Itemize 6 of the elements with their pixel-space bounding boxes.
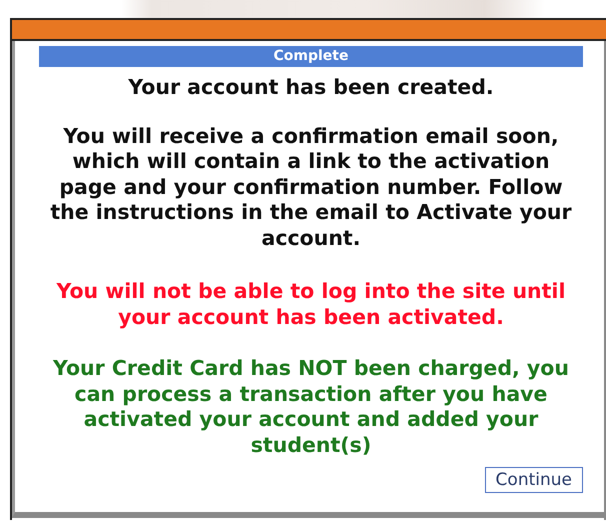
message-paragraph: You will not be able to log into the site until your account has been activated. (56, 279, 566, 330)
message-heading: Your account has been created. (127, 75, 495, 100)
dialog-title: Complete (39, 46, 583, 67)
message-paragraph: Your Credit Card has NOT been charged, you can process a transaction after you have activated your account and added your student(s) (52, 356, 570, 458)
continue-button[interactable]: Continue (484, 467, 583, 493)
message-paragraph: You will receive a confirmation email soon, which will contain a link to the activation page and your confirmation number. Follow the instructions in the email to Activate your account. (49, 124, 573, 251)
